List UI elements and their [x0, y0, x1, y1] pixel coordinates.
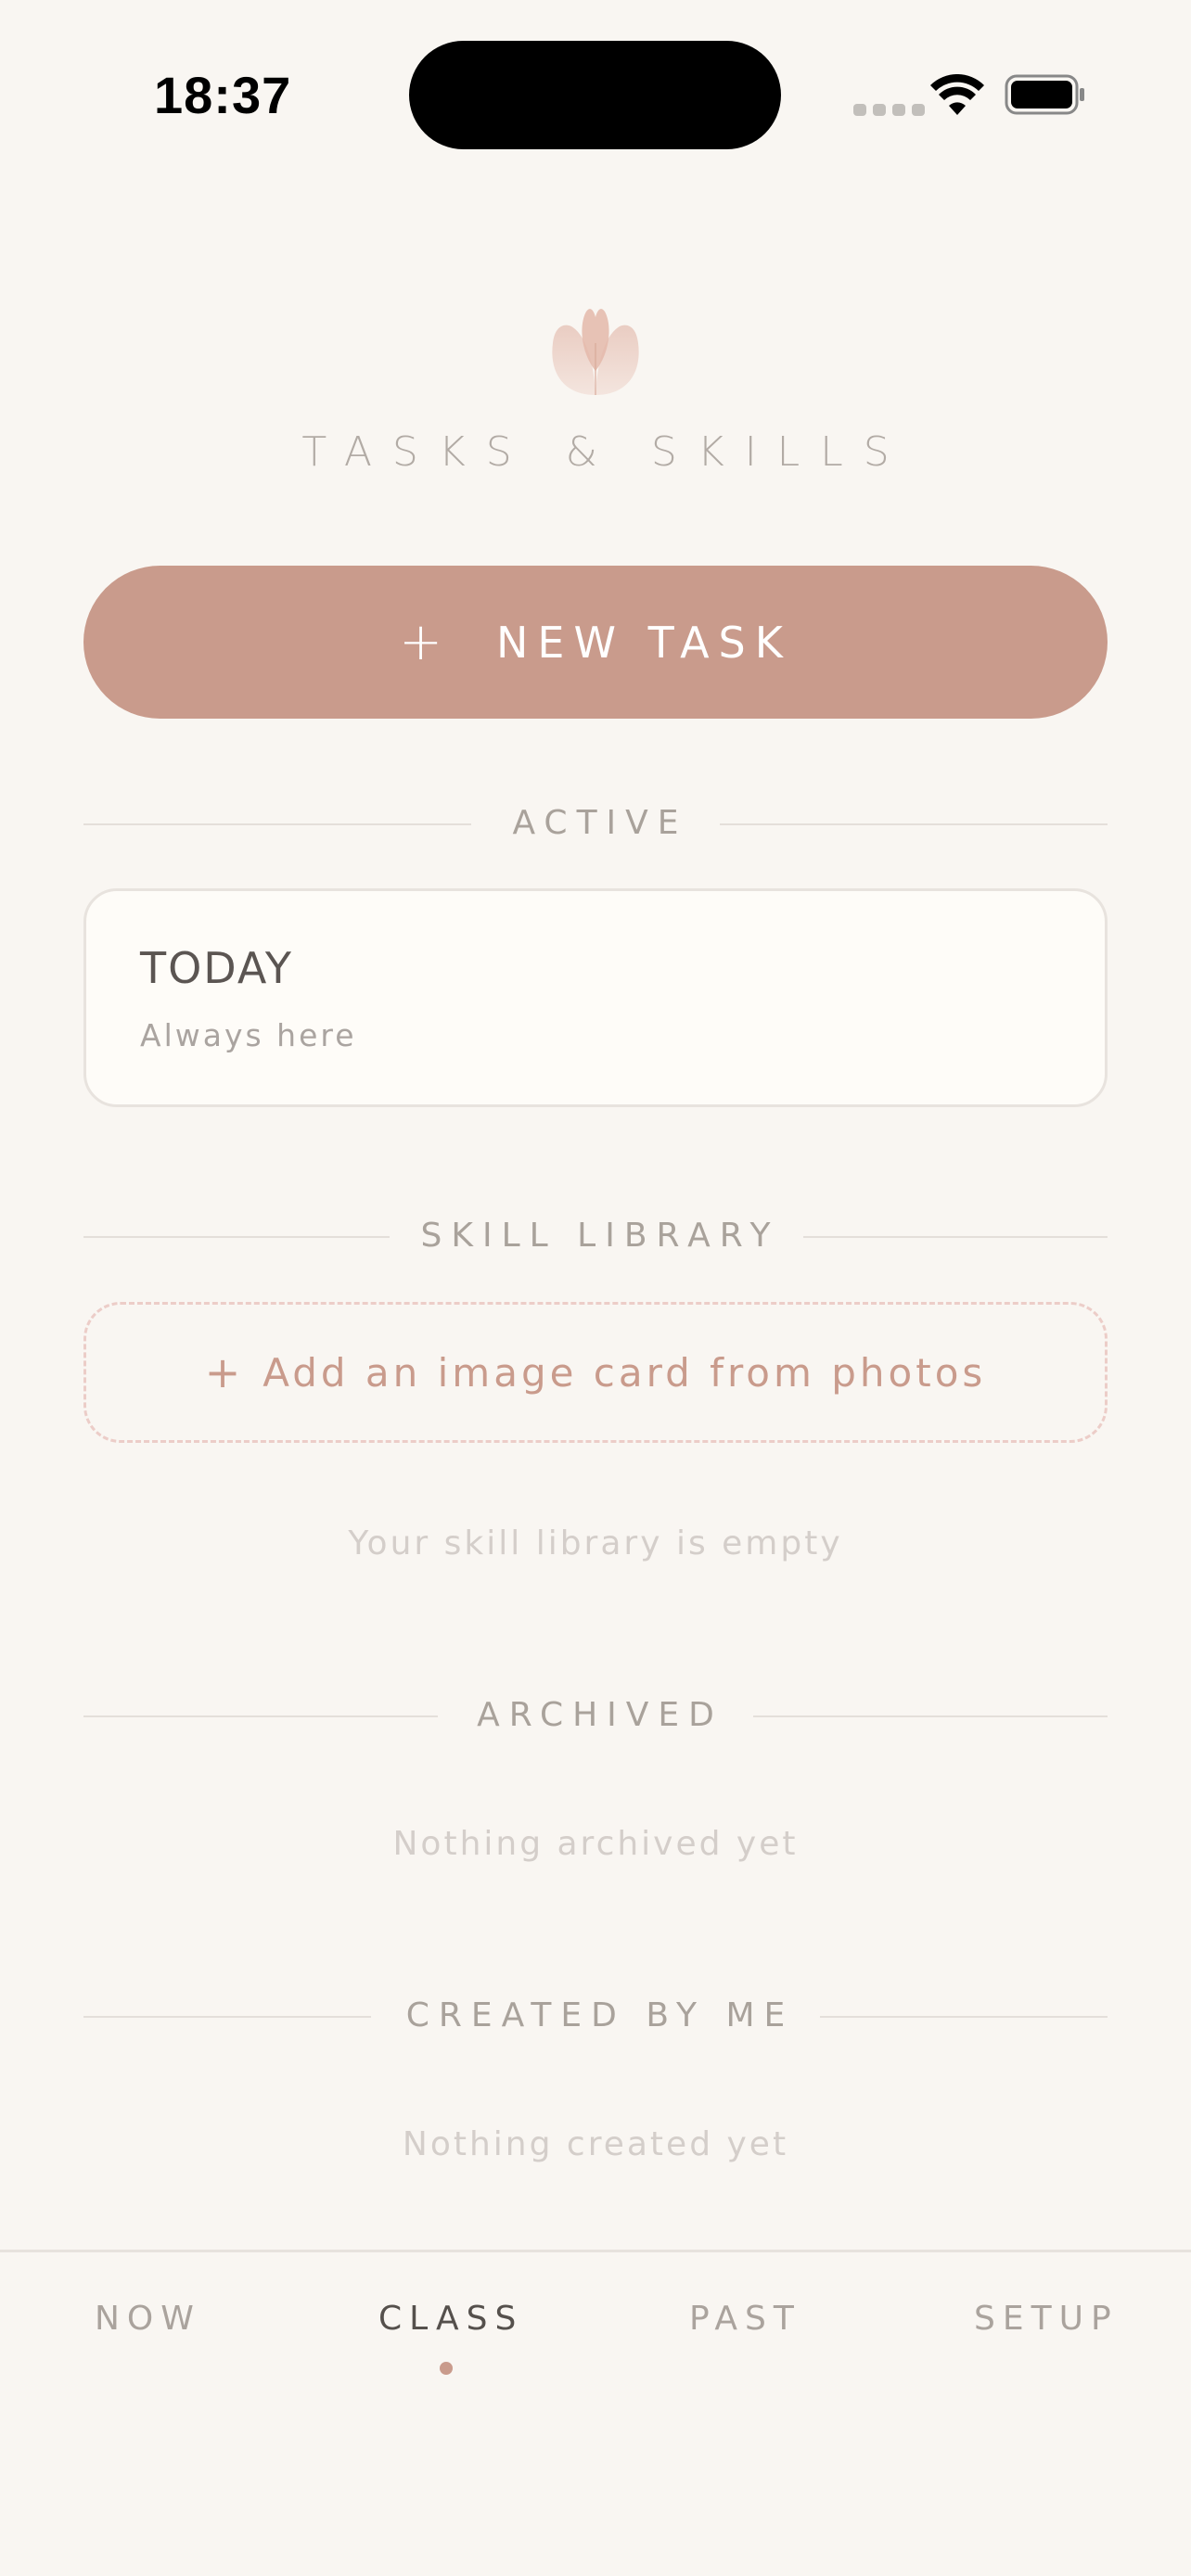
- section-header-skill-library: SKILL LIBRARY: [83, 1218, 1108, 1255]
- tulip-logo-icon: [552, 309, 639, 395]
- tab-class[interactable]: CLASS: [378, 2300, 523, 2338]
- today-card-title: TODAY: [140, 943, 293, 993]
- add-image-card-button[interactable]: + Add an image card from photos: [83, 1302, 1108, 1443]
- battery-icon: [1005, 74, 1084, 115]
- plus-icon: +: [399, 612, 452, 672]
- tab-past[interactable]: PAST: [689, 2300, 801, 2338]
- cellular-signal-icon: [853, 104, 925, 116]
- section-label-active: ACTIVE: [512, 804, 688, 842]
- section-header-active: ACTIVE: [83, 805, 1108, 842]
- section-header-created-by-me: CREATED BY ME: [83, 1997, 1108, 2034]
- archived-empty-text: Nothing archived yet: [392, 1825, 799, 1863]
- section-label-skill-library: SKILL LIBRARY: [420, 1217, 780, 1255]
- wifi-icon: [930, 74, 984, 115]
- status-time: 18:37: [154, 66, 292, 124]
- add-image-card-label: Add an image card from photos: [263, 1349, 987, 1396]
- active-tab-indicator: [440, 2362, 453, 2375]
- skill-library-empty-text: Your skill library is empty: [348, 1524, 843, 1562]
- screen: 18:37 TASKS & SKILLS + NEW TASK ACTIVE T…: [0, 0, 1191, 2576]
- dynamic-island: [409, 41, 781, 149]
- section-header-archived: ARCHIVED: [83, 1697, 1108, 1734]
- tab-setup[interactable]: SETUP: [974, 2300, 1119, 2338]
- section-label-archived: ARCHIVED: [477, 1696, 724, 1734]
- tab-bar-divider: [0, 2250, 1191, 2252]
- new-task-label: NEW TASK: [495, 617, 792, 668]
- plus-icon: +: [204, 1347, 245, 1397]
- section-label-created-by-me: CREATED BY ME: [405, 1996, 795, 2034]
- created-empty-text: Nothing created yet: [402, 2125, 789, 2163]
- new-task-button[interactable]: + NEW TASK: [83, 566, 1108, 719]
- today-card-subtitle: Always here: [140, 1017, 357, 1053]
- app-title: TASKS & SKILLS: [301, 428, 910, 476]
- tab-now[interactable]: NOW: [95, 2300, 201, 2338]
- today-task-card[interactable]: TODAY Always here: [83, 888, 1108, 1107]
